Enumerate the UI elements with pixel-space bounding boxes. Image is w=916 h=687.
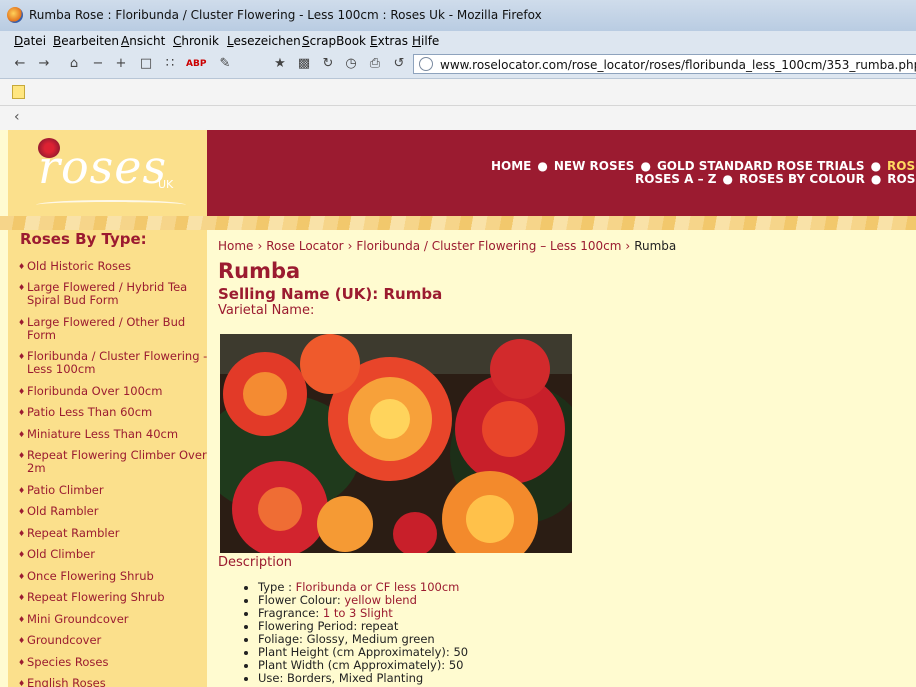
- firefox-icon: [7, 7, 23, 23]
- top-nav-row-2: ROSES A – Z●ROSES BY COLOUR●ROSES: [635, 172, 916, 186]
- history-icon[interactable]: ◷: [343, 56, 359, 72]
- sidebar-item[interactable]: Patio Less Than 60cm: [18, 406, 212, 420]
- varietal-name: Varietal Name:: [218, 303, 315, 318]
- note-icon[interactable]: [12, 85, 25, 99]
- decorative-strip: [0, 216, 916, 230]
- sidebar-item[interactable]: Patio Climber: [18, 484, 212, 498]
- rose-photo-image: [220, 334, 572, 553]
- list-item: Use: Borders, Mixed Planting: [258, 672, 468, 685]
- nav-rose-locator[interactable]: ROSE LO: [887, 159, 916, 173]
- logo-swoosh: [36, 200, 186, 210]
- navigation-toolbar: ← → ⌂ − + □ ∷ ABP ✎ ★ ▩ ↻ ◷ ⎙ ↺ www.rose…: [0, 51, 916, 79]
- sidebar-item[interactable]: Large Flowered / Hybrid Tea Spiral Bud F…: [18, 281, 212, 307]
- logo-suffix: UK: [158, 178, 174, 191]
- scrapbook-toolbar: ‹: [0, 106, 916, 131]
- menu-extras[interactable]: Extras: [370, 34, 408, 48]
- top-nav-row-1: HOME ● NEW ROSES ● GOLD STANDARD ROSE TRIALS…: [491, 159, 916, 173]
- logo-word: roses: [38, 140, 168, 194]
- menu-lesezeichen[interactable]: Lesezeichen: [227, 34, 301, 48]
- sidebar-item[interactable]: Old Climber: [18, 548, 212, 562]
- page-title: Rumba: [218, 259, 301, 283]
- breadcrumb-rose-locator[interactable]: Rose Locator: [266, 239, 343, 253]
- back-icon[interactable]: ←: [12, 56, 28, 72]
- nav-new-roses[interactable]: NEW ROSES: [554, 159, 635, 173]
- breadcrumb-current: Rumba: [634, 239, 677, 253]
- sidebar-item[interactable]: Miniature Less Than 40cm: [18, 428, 212, 442]
- sidebar-item[interactable]: Old Historic Roses: [18, 260, 212, 274]
- globe-icon: [419, 57, 433, 71]
- type-link[interactable]: Floribunda or CF less 100cm: [296, 580, 460, 594]
- adblock-icon[interactable]: ABP: [186, 56, 206, 72]
- menu-chronik[interactable]: Chronik: [173, 34, 219, 48]
- zoom-in-icon[interactable]: +: [113, 56, 129, 72]
- nav-roses-more[interactable]: ROSES: [887, 172, 916, 186]
- sidebar-item[interactable]: Groundcover: [18, 634, 212, 648]
- site-header: HOME ● NEW ROSES ● GOLD STANDARD ROSE TRIALS…: [207, 130, 916, 216]
- url-bar[interactable]: www.roselocator.com/rose_locator/roses/f…: [413, 54, 916, 74]
- rose-photo: [220, 334, 572, 553]
- menu-scrapbook[interactable]: ScrapBook: [302, 34, 366, 48]
- nav-home[interactable]: HOME: [491, 159, 531, 173]
- bookmarks-toolbar: [0, 79, 916, 106]
- menu-bar: Datei Bearbeiten Ansicht Chronik Lesezei…: [0, 31, 916, 51]
- site-logo[interactable]: roses UK: [8, 130, 207, 216]
- sidebar-heading: Roses By Type:: [20, 230, 147, 248]
- print-icon[interactable]: ⎙: [367, 56, 383, 72]
- window-icon[interactable]: □: [138, 56, 154, 72]
- fragrance-link[interactable]: 1 to 3 Slight: [323, 606, 393, 620]
- rss-icon[interactable]: ∷: [162, 56, 178, 72]
- nav-roses-by-colour[interactable]: ROSES BY COLOUR: [739, 172, 865, 186]
- menu-datei[interactable]: Datei: [14, 34, 46, 48]
- refresh-icon[interactable]: ↺: [391, 56, 407, 72]
- properties-list: Type : Floribunda or CF less 100cm Flowe…: [244, 581, 468, 685]
- nav-gold-standard[interactable]: GOLD STANDARD ROSE TRIALS: [657, 159, 865, 173]
- zoom-out-icon[interactable]: −: [90, 56, 106, 72]
- sidebar-item[interactable]: Large Flowered / Other Bud Form: [18, 316, 212, 342]
- window-title: Rumba Rose : Floribunda / Cluster Flower…: [29, 8, 542, 22]
- selling-name: Selling Name (UK): Rumba: [218, 285, 443, 303]
- sidebar-item[interactable]: Repeat Flowering Shrub: [18, 591, 212, 605]
- main-content: Home › Rose Locator › Floribunda / Cluster F…: [207, 230, 916, 687]
- pen-icon[interactable]: ✎: [217, 56, 233, 72]
- menu-bearbeiten[interactable]: Bearbeiten: [53, 34, 119, 48]
- menu-ansicht[interactable]: Ansicht: [121, 34, 165, 48]
- breadcrumb-home[interactable]: Home: [218, 239, 253, 253]
- home-icon[interactable]: ⌂: [66, 56, 82, 72]
- sidebar-item[interactable]: Old Rambler: [18, 505, 212, 519]
- clipboard-icon[interactable]: ▩: [296, 56, 312, 72]
- bookmark-icon[interactable]: ★: [272, 56, 288, 72]
- menu-hilfe[interactable]: Hilfe: [412, 34, 439, 48]
- window-titlebar: Rumba Rose : Floribunda / Cluster Flower…: [0, 0, 916, 32]
- sidebar-item[interactable]: Species Roses: [18, 656, 212, 670]
- sidebar-item[interactable]: Mini Groundcover: [18, 613, 212, 627]
- colour-link[interactable]: yellow blend: [344, 593, 417, 607]
- description-heading: Description: [218, 555, 293, 570]
- nav-roses-a-z[interactable]: ROSES A – Z: [635, 172, 716, 186]
- sidebar-item[interactable]: Once Flowering Shrub: [18, 570, 212, 584]
- sidebar-item[interactable]: English Roses: [18, 677, 212, 687]
- sidebar-item-active[interactable]: Floribunda / Cluster Flowering - Less 10…: [18, 350, 212, 376]
- url-text[interactable]: www.roselocator.com/rose_locator/roses/f…: [440, 58, 916, 72]
- forward-icon[interactable]: →: [36, 56, 52, 72]
- breadcrumb-category[interactable]: Floribunda / Cluster Flowering – Less 10…: [356, 239, 621, 253]
- sidebar: Roses By Type: Old Historic Roses Large …: [8, 230, 207, 687]
- web-page: roses UK HOME ● NEW ROSES ● GOLD STANDARD RO…: [0, 130, 916, 687]
- sidebar-item[interactable]: Repeat Rambler: [18, 527, 212, 541]
- sidebar-item[interactable]: Repeat Flowering Climber Over 2m: [18, 449, 212, 475]
- breadcrumb: Home › Rose Locator › Floribunda / Cluster F…: [218, 239, 677, 253]
- sidebar-item[interactable]: Floribunda Over 100cm: [18, 385, 212, 399]
- chevron-left-icon[interactable]: ‹: [14, 109, 20, 125]
- reload-icon[interactable]: ↻: [320, 56, 336, 72]
